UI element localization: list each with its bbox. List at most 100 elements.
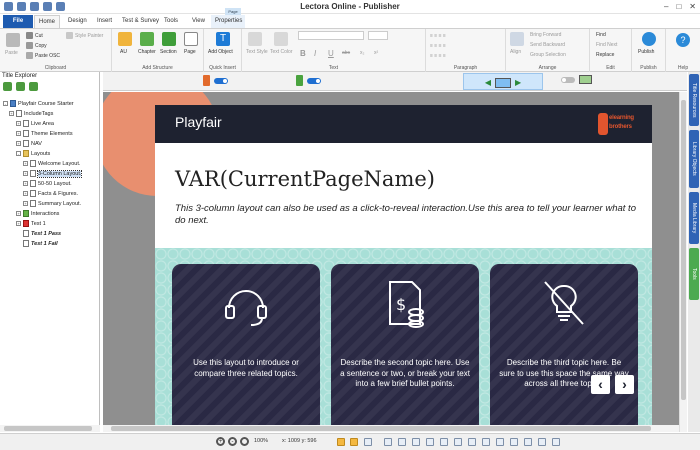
cut-button[interactable]: Cut (26, 32, 43, 39)
tab-insert[interactable]: Insert (93, 15, 116, 28)
distribute-h-tool-icon[interactable] (468, 438, 476, 446)
tree-item-live-area[interactable]: + Live Area (16, 119, 54, 128)
page-title[interactable]: VAR(CurrentPageName) (175, 167, 435, 191)
copy-button[interactable]: Copy (26, 42, 47, 49)
text-color-button[interactable]: Text Color (270, 49, 293, 55)
import-icon[interactable] (16, 82, 25, 91)
align-left-icon[interactable]: ≡ ≡ ≡ ≡ (430, 33, 446, 39)
text-style-button[interactable]: Text Style (246, 49, 268, 55)
device-phone-landscape[interactable] (296, 75, 321, 86)
superscript-button[interactable]: x² (374, 50, 378, 56)
expand-icon[interactable]: + (16, 131, 21, 136)
find-button[interactable]: Find (596, 32, 606, 38)
tab-file[interactable]: File (3, 15, 33, 28)
align-left-tool-icon[interactable] (384, 438, 392, 446)
tab-design[interactable]: Design (64, 15, 91, 28)
group-selection-button[interactable]: Group Selection (530, 52, 566, 58)
tree-item-50-50-layout[interactable]: +50-50 Layout. (23, 179, 72, 188)
tree-item-nav[interactable]: + NAV (16, 139, 42, 148)
run-mode-icon[interactable] (350, 438, 358, 446)
phone-portrait-toggle[interactable] (214, 77, 228, 84)
page-description[interactable]: This 3-column layout can also be used as… (175, 203, 645, 227)
explorer-scroll-thumb[interactable] (4, 426, 92, 431)
tree-item-facts-figures[interactable]: + Facts & Figures. (23, 189, 78, 198)
expand-icon[interactable]: + (16, 141, 21, 146)
align-center-tool-icon[interactable] (398, 438, 406, 446)
center-h-tool-icon[interactable] (538, 438, 546, 446)
canvas-horizontal-scrollbar[interactable] (103, 425, 679, 432)
paste-osc-button[interactable]: Paste OSC (26, 52, 60, 59)
same-width-tool-icon[interactable] (496, 438, 504, 446)
tree-item-includetags[interactable]: + IncludeTags (9, 109, 53, 118)
add-icon[interactable] (3, 82, 12, 91)
page-surface[interactable]: Playfair elearning brothers VAR(CurrentP… (155, 105, 652, 432)
expand-icon[interactable]: + (9, 111, 14, 116)
tablet-toggle[interactable] (561, 76, 575, 83)
tree-item-interactions[interactable]: + Interactions (16, 209, 59, 218)
device-phone-portrait[interactable] (203, 75, 228, 86)
canvas-vertical-scrollbar[interactable] (679, 92, 687, 432)
same-height-tool-icon[interactable] (510, 438, 518, 446)
tab-home[interactable]: Home (34, 15, 60, 28)
page-button[interactable]: Page (184, 49, 196, 55)
expand-icon[interactable]: + (23, 201, 28, 206)
font-size-select[interactable] (368, 31, 388, 40)
align-button[interactable]: Align (510, 49, 521, 55)
topic-card-2[interactable]: $ Describe the second topic here. Use a … (331, 264, 479, 432)
center-v-tool-icon[interactable] (552, 438, 560, 446)
tree-item-theme-elements[interactable]: + Theme Elements (16, 129, 73, 138)
prev-button[interactable]: ‹ (591, 375, 610, 394)
refresh-icon[interactable] (29, 82, 38, 91)
align-middle-tool-icon[interactable] (440, 438, 448, 446)
au-button[interactable]: AU (120, 49, 127, 55)
zoom-out-icon[interactable]: - (228, 437, 237, 446)
underline-button[interactable]: U (328, 49, 334, 58)
align-top-tool-icon[interactable] (426, 438, 434, 446)
preview-mode-icon[interactable] (364, 438, 372, 446)
bold-button[interactable]: B (300, 49, 306, 58)
canvas-horizontal-scroll-thumb[interactable] (111, 426, 651, 431)
expand-icon[interactable]: + (23, 181, 28, 186)
tree-item-welcome-layout[interactable]: + Welcome Layout. (23, 159, 80, 168)
expand-icon[interactable]: + (16, 211, 21, 216)
tree-item-test-1-fail[interactable]: Test 1 Fail (23, 239, 58, 248)
arrow-right-icon[interactable]: ▶ (515, 78, 521, 87)
same-size-tool-icon[interactable] (524, 438, 532, 446)
find-next-button[interactable]: Find Next (596, 42, 617, 48)
expand-icon[interactable]: + (16, 121, 21, 126)
edit-mode-icon[interactable] (337, 438, 345, 446)
tree-item-3-column-layout[interactable]: +3-Column Layout. (23, 169, 83, 178)
collapse-icon[interactable]: - (16, 151, 21, 156)
bring-forward-button[interactable]: Bring Forward (530, 32, 561, 38)
expand-icon[interactable]: + (23, 161, 28, 166)
topic-card-1[interactable]: Use this layout to introduce or compare … (172, 264, 320, 432)
help-icon[interactable]: ? (676, 33, 690, 47)
add-object-button[interactable]: Add Object (208, 49, 233, 55)
subscript-button[interactable]: x₂ (360, 50, 364, 56)
tab-properties[interactable]: Properties (211, 15, 245, 28)
tab-view[interactable]: View (188, 15, 209, 28)
zoom-fit-icon[interactable] (240, 437, 249, 446)
tree-item-layouts[interactable]: - Layouts (16, 149, 50, 158)
tab-library-objects[interactable]: Library Objects (689, 130, 699, 188)
minimize-icon[interactable]: – (664, 2, 668, 11)
strikethrough-button[interactable]: abc (342, 50, 350, 56)
publish-button[interactable]: Publish (638, 49, 654, 55)
topic-card-3[interactable]: Describe the third topic here. Be sure t… (490, 264, 638, 432)
expand-icon[interactable]: + (23, 171, 28, 176)
section-button[interactable]: Section (160, 49, 177, 55)
canvas-vertical-scroll-thumb[interactable] (681, 100, 686, 400)
distribute-v-tool-icon[interactable] (482, 438, 490, 446)
explorer-scrollbar[interactable] (0, 425, 100, 432)
tree-item-test-1[interactable]: + Test 1 (16, 219, 46, 228)
indent-icon[interactable]: ≡ ≡ ≡ ≡ (430, 43, 446, 49)
maximize-icon[interactable]: □ (676, 2, 681, 11)
phone-landscape-toggle[interactable] (307, 77, 321, 84)
expand-icon[interactable]: + (23, 191, 28, 196)
device-tablet[interactable] (561, 75, 592, 84)
tree-item-course[interactable]: - Playfair Course Starter (3, 99, 74, 108)
line-spacing-icon[interactable]: ≡ ≡ ≡ ≡ (430, 53, 446, 59)
expand-icon[interactable]: + (16, 221, 21, 226)
style-painter-button[interactable]: Style Painter (66, 32, 103, 39)
tab-tools-panel[interactable]: Tools (689, 248, 699, 300)
